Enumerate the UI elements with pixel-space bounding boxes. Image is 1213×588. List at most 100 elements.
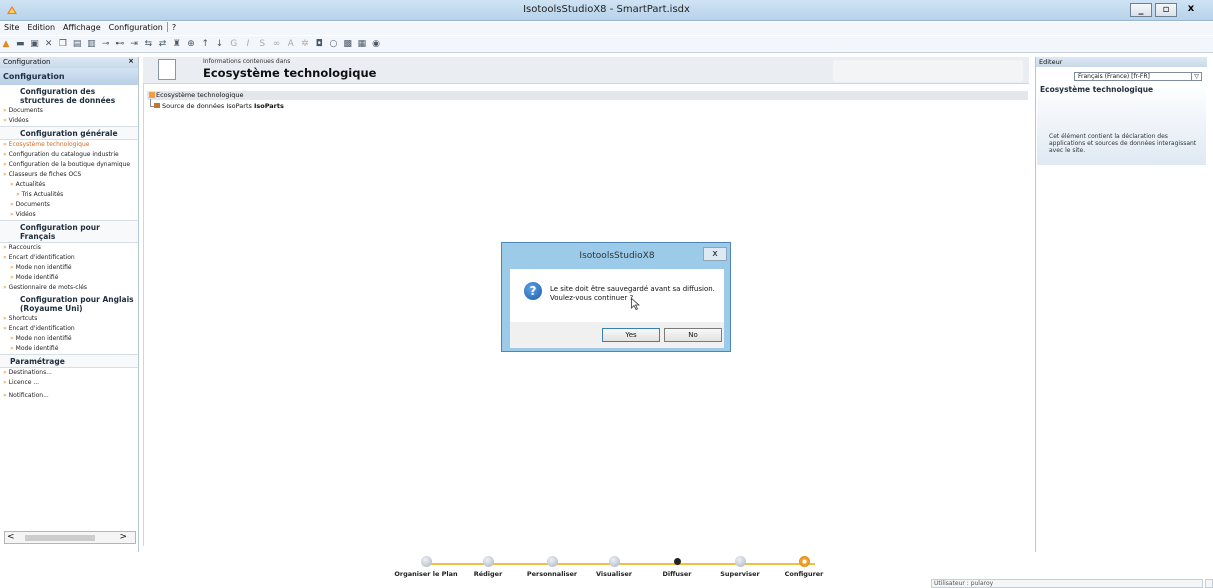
move-down-icon[interactable]: ↓ <box>215 39 225 49</box>
link-icon[interactable]: ⊸ <box>101 39 111 49</box>
nav-item-identifie-fr[interactable]: » Mode identifié <box>0 273 138 283</box>
image-icon[interactable]: ▩ <box>343 39 353 49</box>
nav-item-identifie-en[interactable]: » Mode identifié <box>0 344 138 354</box>
help-icon[interactable]: ◉ <box>371 39 381 49</box>
tree-node-root[interactable]: Ecosystème technologique <box>147 91 1028 100</box>
tree-node-source[interactable]: Source de données IsoParts IsoParts <box>152 102 284 110</box>
unlink-icon[interactable]: ⊷ <box>115 39 125 49</box>
info-caption: Informations contenues dans <box>203 58 291 65</box>
configuration-panel: Configuration × Configuration Configurat… <box>0 57 139 552</box>
mouse-cursor-icon <box>631 298 640 310</box>
dialog-close-button[interactable]: x <box>703 247 727 261</box>
nav-item-ecosystem[interactable]: » Ecosystème technologique <box>0 140 138 150</box>
close-icon[interactable]: × <box>128 57 134 65</box>
minimize-button[interactable]: _ <box>1130 3 1152 17</box>
scroll-left-icon[interactable]: < <box>7 532 15 542</box>
toolbar: ▲ ▬ ▣ ✕ ❐ ▤ ▥ ⊸ ⊷ ⇥ ⇆ ⇄ ♜ ⊕ ↑ ↓ G I S ∞ … <box>0 36 1213 53</box>
frame-icon[interactable]: ◘ <box>314 39 324 49</box>
menu-site[interactable]: Site <box>0 22 23 32</box>
nav-item-videos-2[interactable]: » Vidéos <box>0 210 138 220</box>
dialog-footer: Yes No <box>510 322 724 348</box>
folder-icon <box>149 92 155 98</box>
nav-item-classeurs[interactable]: » Classeurs de fiches OCS <box>0 170 138 180</box>
indent-icon[interactable]: ⇥ <box>129 39 139 49</box>
panel-title: Configuration <box>0 68 138 85</box>
nav-item-notification[interactable]: » Notification... <box>0 391 138 401</box>
find-icon[interactable]: ♜ <box>172 39 182 49</box>
nav-item-destinations[interactable]: » Destinations... <box>0 368 138 378</box>
nav-item-videos[interactable]: » Vidéos <box>0 116 138 126</box>
dialog-title: IsotoolsStudioX8 <box>579 251 655 261</box>
editor-description: Cet élément contient la déclaration des … <box>1049 133 1197 154</box>
menu-configuration[interactable]: Configuration <box>105 22 167 32</box>
flow-icon[interactable]: ⇄ <box>158 39 168 49</box>
nav-item-mots-cles[interactable]: » Gestionnaire de mots-clés <box>0 283 138 293</box>
workflow-step-visualiser[interactable]: Visualiser <box>579 556 649 578</box>
nav-item-documents-2[interactable]: » Documents <box>0 200 138 210</box>
language-select[interactable]: Français (France) [fr-FR] ▽ <box>1074 72 1202 81</box>
new-icon[interactable]: ▲ <box>1 39 11 49</box>
nav-item-raccourcis[interactable]: » Raccourcis <box>0 243 138 253</box>
workflow-step-superviser[interactable]: Superviser <box>705 556 775 578</box>
dialog-body: ? Le site doit être sauvegardé avant sa … <box>510 269 724 322</box>
window-title: IsotoolsStudioX8 - SmartPart.isdx <box>523 4 690 15</box>
menu-edition[interactable]: Edition <box>23 22 59 32</box>
scroll-right-icon[interactable]: > <box>119 532 127 542</box>
workflow-step-rediger[interactable]: Rédiger <box>453 556 523 578</box>
move-icon[interactable]: ⇆ <box>143 39 153 49</box>
strike-icon[interactable]: S <box>257 39 267 49</box>
move-up-icon[interactable]: ↑ <box>200 39 210 49</box>
nav-item-non-identifie-en[interactable]: » Mode non identifié <box>0 334 138 344</box>
table-icon[interactable]: ▦ <box>357 39 367 49</box>
nav-item-catalogue[interactable]: » Configuration du catalogue industrie <box>0 150 138 160</box>
section-data-structures[interactable]: Configuration des structures de données <box>0 85 138 106</box>
nav-item-licence[interactable]: » Licence ... <box>0 378 138 388</box>
section-general[interactable]: Configuration générale <box>0 126 138 140</box>
open-icon[interactable]: ▬ <box>15 39 25 49</box>
cut-icon[interactable]: ✕ <box>44 39 54 49</box>
menu-help[interactable]: ? <box>166 22 180 32</box>
nav-item-encart-en[interactable]: » Encart d'identification <box>0 324 138 334</box>
nav-item-documents[interactable]: » Documents <box>0 106 138 116</box>
editor-header: Editeur <box>1036 57 1207 67</box>
nav-item-non-identifie-fr[interactable]: » Mode non identifié <box>0 263 138 273</box>
nav-item-boutique[interactable]: » Configuration de la boutique dynamique <box>0 160 138 170</box>
insert-icon[interactable]: ▥ <box>86 39 96 49</box>
no-button[interactable]: No <box>664 328 722 342</box>
copy-icon[interactable]: ❐ <box>58 39 68 49</box>
nav-item-shortcuts[interactable]: » Shortcuts <box>0 314 138 324</box>
section-francais[interactable]: Configuration pour Français <box>0 220 138 243</box>
question-icon: ? <box>524 282 542 300</box>
clear-format-icon[interactable]: ✲ <box>300 39 310 49</box>
scrollbar-thumb[interactable] <box>25 535 95 541</box>
language-select-value: Français (France) [fr-FR] <box>1078 73 1150 80</box>
panel-header-label: Configuration <box>3 58 51 66</box>
chevron-down-icon[interactable]: ▽ <box>1191 73 1201 80</box>
save-icon[interactable]: ▣ <box>29 39 39 49</box>
dialog-message-line2: Voulez-vous continuer ? <box>550 294 634 302</box>
split-icon[interactable]: ⊕ <box>186 39 196 49</box>
workflow-step-diffuser[interactable]: Diffuser <box>642 556 712 578</box>
close-window-button[interactable]: x <box>1180 3 1202 17</box>
panel-header: Configuration × <box>0 57 138 68</box>
menu-affichage[interactable]: Affichage <box>59 22 105 32</box>
section-anglais[interactable]: Configuration pour Anglais (Royaume Uni) <box>0 293 138 314</box>
nav-item-tris-actualites[interactable]: » Tris Actualités <box>0 190 138 200</box>
section-parametrage[interactable]: Paramétrage <box>0 354 138 368</box>
tree-node-root-label: Ecosystème technologique <box>156 91 244 99</box>
horizontal-scrollbar[interactable]: < > <box>4 531 136 544</box>
tree-node-source-label: Source de données IsoParts <box>162 102 252 110</box>
nav-item-actualites[interactable]: » Actualités <box>0 180 138 190</box>
workflow-step-personnaliser[interactable]: Personnaliser <box>517 556 587 578</box>
paste-icon[interactable]: ▤ <box>72 39 82 49</box>
circle-icon[interactable]: ○ <box>328 39 338 49</box>
workflow-step-organiser[interactable]: Organiser le Plan <box>391 556 461 578</box>
maximize-button[interactable]: ▫ <box>1155 3 1177 17</box>
bold-icon[interactable]: G <box>229 39 239 49</box>
font-size-icon[interactable]: A <box>286 39 296 49</box>
italic-icon[interactable]: I <box>243 39 253 49</box>
workflow-step-configurer[interactable]: Configurer <box>769 556 839 578</box>
yes-button[interactable]: Yes <box>602 328 660 342</box>
nav-item-encart-fr[interactable]: » Encart d'identification <box>0 253 138 263</box>
hyperlink-icon[interactable]: ∞ <box>271 39 281 49</box>
